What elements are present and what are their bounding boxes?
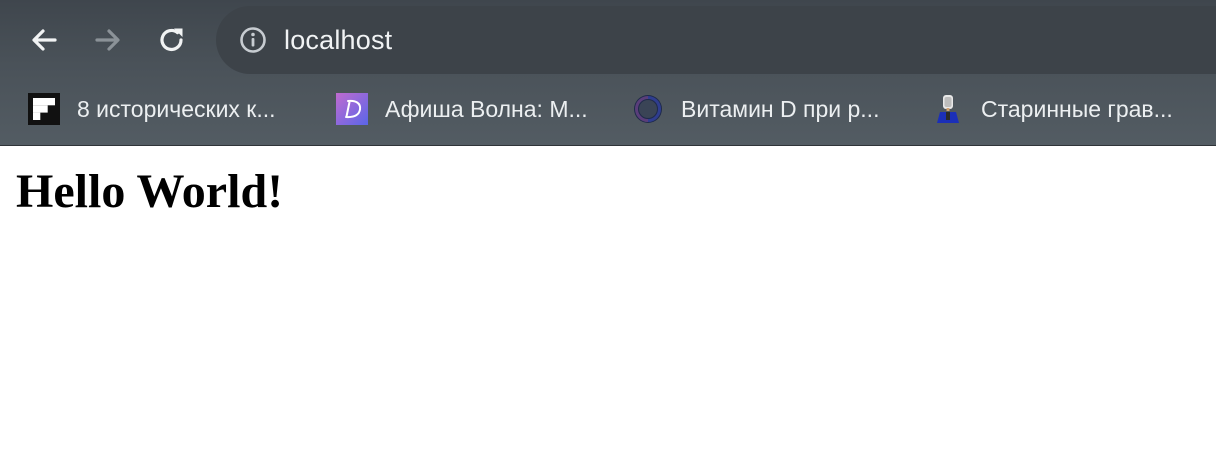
- bookmark-item[interactable]: Старинные грав...: [932, 92, 1173, 126]
- bookmark-item[interactable]: Афиша Волна: М...: [336, 92, 588, 126]
- info-icon[interactable]: [238, 25, 268, 55]
- bookmark-item[interactable]: Витамин D при р...: [632, 92, 879, 126]
- bookmark-label: Афиша Волна: М...: [385, 96, 588, 122]
- bookmark-label: Витамин D при р...: [681, 96, 880, 122]
- forward-button[interactable]: [88, 20, 128, 60]
- url-text[interactable]: localhost: [284, 24, 392, 56]
- bookmark-label: Старинные грав...: [981, 96, 1173, 122]
- reload-button[interactable]: [152, 20, 192, 60]
- browser-toolbar: localhost: [0, 0, 1216, 80]
- bookmark-label: 8 исторических к...: [77, 96, 276, 122]
- bookmarks-bar: 8 исторических к... Афиша Волна: М... Ви…: [0, 84, 1216, 134]
- browser-chrome: localhost 8 исторических к... Афиша Волн…: [0, 0, 1216, 146]
- back-button[interactable]: [24, 20, 64, 60]
- reload-icon: [160, 28, 183, 52]
- page-heading: Hello World!: [16, 165, 284, 218]
- person-icon: [937, 95, 959, 123]
- bookmark-item[interactable]: 8 исторических к...: [28, 92, 276, 126]
- arrow-right-icon: [95, 29, 120, 51]
- address-bar[interactable]: localhost: [216, 6, 1216, 74]
- page-content: Hello World!: [0, 147, 1216, 460]
- afisha-d-icon: [336, 93, 368, 125]
- arrow-left-icon: [32, 29, 57, 51]
- flipboard-icon: [28, 93, 60, 125]
- ring-icon: [634, 95, 662, 123]
